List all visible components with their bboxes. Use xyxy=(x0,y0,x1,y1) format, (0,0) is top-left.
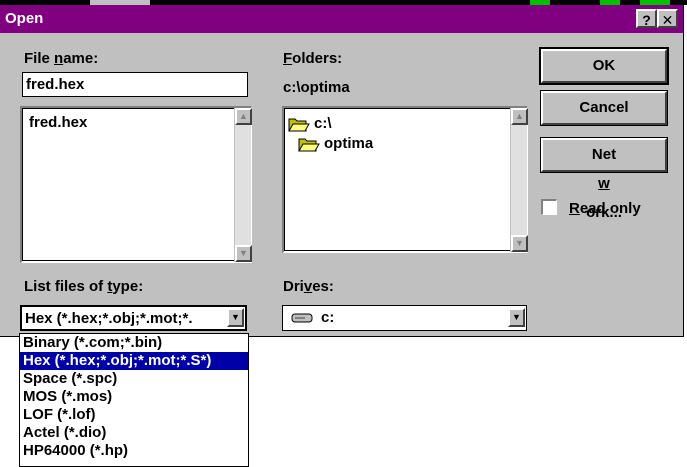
drives-dropdown-button[interactable]: ▼ xyxy=(508,308,525,327)
arrow-down-icon: ▼ xyxy=(515,238,524,248)
ok-label: OK xyxy=(592,57,616,74)
file-name-value: fred.hex xyxy=(26,76,85,93)
arrow-up-icon: ▲ xyxy=(515,111,524,121)
open-dialog: Open ? ✕ File name: fred.hex fred.hex ▲ … xyxy=(0,5,684,337)
option-mos[interactable]: MOS (*.mos) xyxy=(20,388,248,406)
arrow-up-icon: ▲ xyxy=(239,111,248,121)
title-bar: Open ? ✕ xyxy=(0,5,683,33)
file-type-select[interactable]: Hex (*.hex;*.obj;*.mot;*. ▼ xyxy=(20,305,247,331)
option-binary[interactable]: Binary (*.com;*.bin) xyxy=(20,334,248,352)
file-name-label: File name: xyxy=(24,50,99,67)
folder-tree[interactable]: c:\ optima ▲ ▼ xyxy=(282,106,528,253)
read-only-checkbox[interactable] xyxy=(541,199,557,215)
window-title: Open xyxy=(5,10,44,27)
file-list-scrollbar[interactable]: ▲ ▼ xyxy=(234,108,252,262)
current-folder-path: c:\optima xyxy=(283,79,350,96)
file-type-dropdown-button[interactable]: ▼ xyxy=(227,308,244,327)
folders-label: Folders: xyxy=(283,50,343,67)
help-button[interactable]: ? xyxy=(636,9,657,28)
close-button[interactable]: ✕ xyxy=(657,9,678,28)
read-only-label[interactable]: Read only xyxy=(569,200,641,217)
option-space[interactable]: Space (*.spc) xyxy=(20,370,248,388)
network-button[interactable]: Net w ork... xyxy=(540,137,668,221)
chevron-down-icon: ▼ xyxy=(512,312,521,322)
chevron-down-icon: ▼ xyxy=(231,312,240,322)
option-actel[interactable]: Actel (*.dio) xyxy=(20,424,248,442)
file-type-label: List files of type: xyxy=(24,278,144,295)
drive-icon xyxy=(291,313,313,323)
scroll-up-button[interactable]: ▲ xyxy=(511,108,528,125)
cancel-button[interactable]: Cancel xyxy=(540,90,668,126)
folder-name: c:\ xyxy=(314,115,332,132)
drives-selected: c: xyxy=(321,309,335,326)
drives-label: Drives: xyxy=(283,278,334,295)
list-item[interactable]: fred.hex xyxy=(29,114,87,131)
option-hex[interactable]: Hex (*.hex;*.obj;*.mot;*.S*) xyxy=(20,352,248,370)
file-type-selected: Hex (*.hex;*.obj;*.mot;*. xyxy=(25,310,193,327)
close-icon: ✕ xyxy=(661,12,674,28)
open-folder-icon xyxy=(288,118,310,132)
scroll-down-button[interactable]: ▼ xyxy=(511,235,528,252)
option-lof[interactable]: LOF (*.lof) xyxy=(20,406,248,424)
open-folder-icon xyxy=(298,138,320,152)
arrow-down-icon: ▼ xyxy=(239,248,248,258)
scroll-down-button[interactable]: ▼ xyxy=(235,245,252,262)
drives-select[interactable]: c: ▼ xyxy=(282,305,527,331)
scroll-up-button[interactable]: ▲ xyxy=(235,108,252,125)
option-hp64000[interactable]: HP64000 (*.hp) xyxy=(20,442,248,460)
help-icon: ? xyxy=(642,12,651,28)
file-list[interactable]: fred.hex ▲ ▼ xyxy=(20,106,252,263)
folder-name: optima xyxy=(324,135,374,152)
file-name-input[interactable]: fred.hex xyxy=(22,72,248,97)
file-type-options[interactable]: Binary (*.com;*.bin) Hex (*.hex;*.obj;*.… xyxy=(19,333,249,467)
folder-tree-scrollbar[interactable]: ▲ ▼ xyxy=(510,108,528,252)
ok-button[interactable]: OK xyxy=(539,47,669,85)
cancel-label: Cancel xyxy=(579,99,629,116)
